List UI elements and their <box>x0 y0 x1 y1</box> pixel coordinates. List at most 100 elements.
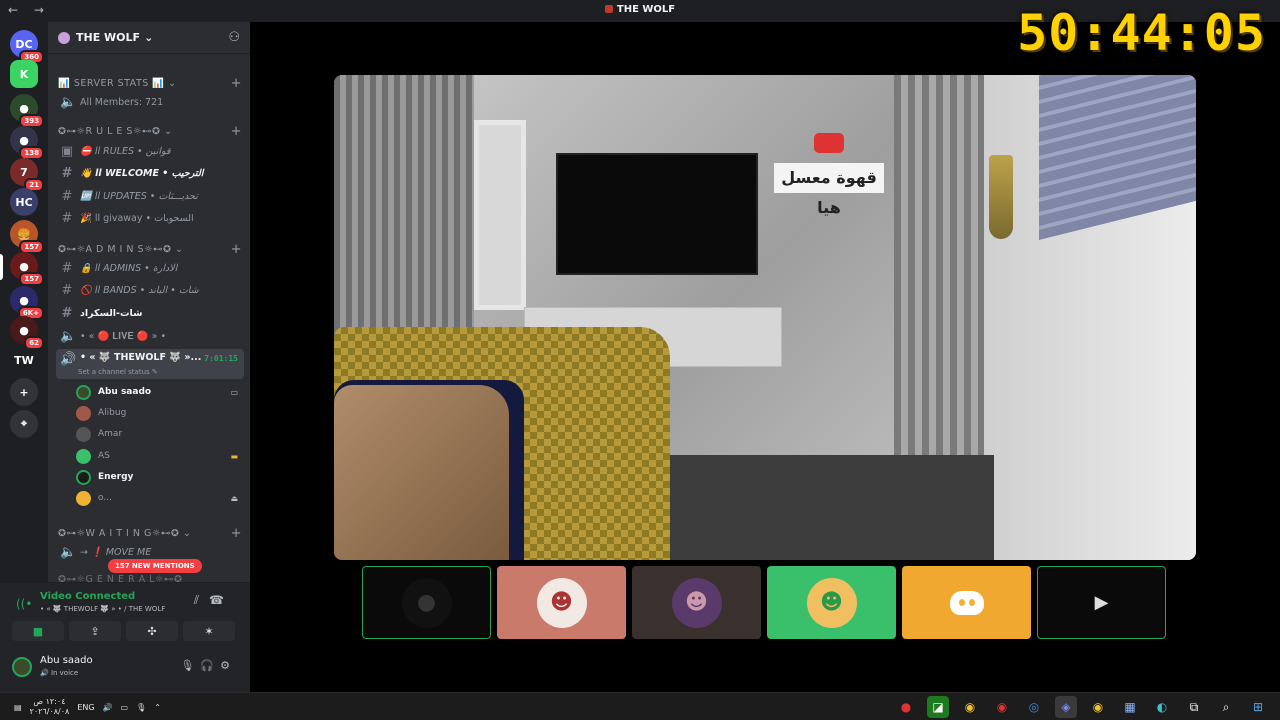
disconnect-icon[interactable]: ☎ <box>209 593 234 607</box>
user-name: Energy <box>98 472 134 482</box>
channel-label: 🆙 ll UPDATES • تحديـــثات <box>80 190 198 202</box>
app-icon[interactable]: ◉ <box>991 696 1013 718</box>
discord-taskbar-icon[interactable]: ◈ <box>1055 696 1077 718</box>
volume-icon[interactable]: 🔊 <box>103 703 113 712</box>
notification-icon[interactable]: ▤ <box>14 703 22 712</box>
channel-giveaway[interactable]: # 🎉 ll givaway • السحوبات <box>56 208 244 228</box>
noise-suppression-icon[interactable]: ⫽ <box>194 593 209 607</box>
focused-video[interactable]: قهوة معسل هيا <box>334 75 1196 560</box>
headphones-icon[interactable]: 🎧 <box>200 659 220 672</box>
plus-icon[interactable]: + <box>231 242 242 257</box>
language-indicator[interactable]: ENG <box>77 703 94 712</box>
voice-user[interactable]: Energy <box>76 467 242 487</box>
video-scene <box>556 153 758 275</box>
category-rules[interactable]: ✪⊶☼R U L E S☼⊷✪ ⌄ + <box>58 124 242 139</box>
participant-tile[interactable] <box>902 566 1031 639</box>
activities-button[interactable]: ✣ <box>126 621 178 641</box>
discover-icon[interactable]: ⌖ <box>10 410 38 438</box>
voice-user[interactable]: Alibug <box>76 403 242 423</box>
network-icon[interactable]: ▭ <box>121 703 129 712</box>
rail-server[interactable]: ● 6K+ <box>10 286 44 320</box>
rail-server[interactable]: ● 62 <box>10 316 44 350</box>
new-mentions-pill[interactable]: 157 NEW MENTIONS <box>108 559 202 573</box>
window-title-text: THE WOLF <box>616 4 676 15</box>
rail-server-discord-home[interactable]: DC 360 <box>10 30 44 64</box>
channel-updates[interactable]: # 🆙 ll UPDATES • تحديـــثات <box>56 186 244 206</box>
start-icon[interactable]: ⊞ <box>1247 696 1269 718</box>
task-view-icon[interactable]: ⧉ <box>1183 696 1205 718</box>
rail-server[interactable]: ● 157 <box>10 252 44 286</box>
rail-server[interactable]: 7 21 <box>10 158 44 192</box>
store-icon[interactable]: ▦ <box>1119 696 1141 718</box>
voice-user[interactable]: Amar <box>76 424 242 444</box>
soundboard-button[interactable]: ✶ <box>183 621 235 641</box>
screen-share-button[interactable]: ⇪ <box>69 621 121 641</box>
channel-rules[interactable]: ▣ ⛔ ll RULES • قوانين <box>56 141 244 161</box>
channel-all-members[interactable]: 🔈 All Members: 721 <box>56 92 244 112</box>
rail-server[interactable]: 🍔 157 <box>10 220 44 254</box>
voice-status[interactable]: Video Connected <box>40 591 135 602</box>
voice-user[interactable]: AS ▬ <box>76 446 242 466</box>
channel-label: → ❗ MOVE ME <box>80 546 152 558</box>
user-name: Alibug <box>98 408 127 418</box>
participant-tile[interactable]: ☻ <box>767 566 896 639</box>
nvidia-icon[interactable]: ◪ <box>927 696 949 718</box>
channel-label: 🔒 ll ADMINS • الادارة <box>80 262 178 274</box>
participant-tile[interactable]: ☻ <box>497 566 626 639</box>
rail-server-k[interactable]: K <box>10 60 38 88</box>
edge-icon[interactable]: ◐ <box>1151 696 1173 718</box>
rail-server[interactable]: ● 138 <box>10 126 44 160</box>
unread-badge: 157 <box>19 272 44 286</box>
microphone-icon[interactable]: 🎙 <box>180 659 200 672</box>
avatar: ☻ <box>536 577 587 628</box>
channel-bands[interactable]: # 🚫 ll BANDS • شات • الباند <box>56 280 244 300</box>
participant-tile[interactable]: ▶ <box>1037 566 1166 639</box>
plus-icon[interactable]: + <box>231 526 242 541</box>
chrome-icon[interactable]: ◉ <box>1087 696 1109 718</box>
add-server-icon[interactable]: + <box>10 378 38 406</box>
channel-live[interactable]: 🔈 • « 🔴 𝐋𝐈𝐕𝐄 🔴 » • <box>56 326 244 346</box>
speaker-icon: 🔊 <box>60 352 77 367</box>
rail-label: ⌖ <box>20 417 28 430</box>
avatar <box>76 490 91 506</box>
voice-user[interactable]: Abu saado ▭ <box>76 382 242 402</box>
chrome-icon[interactable]: ◉ <box>959 696 981 718</box>
selected-pill <box>0 254 3 280</box>
channel-chat[interactable]: # شات-السكراد <box>56 303 244 323</box>
plus-icon[interactable]: + <box>231 76 242 91</box>
clock[interactable]: ١٢:٠٤ ص ٢٠٢٦/٠٨/٠٨ <box>30 697 70 717</box>
microphone-icon[interactable]: 🎙 <box>136 703 146 712</box>
chevron-up-icon[interactable]: ⌃ <box>154 703 161 712</box>
voice-channel-path[interactable]: • « 🐺 THEWOLF 🐺 » • / THE WOLF <box>40 605 165 613</box>
participant-tiles: ● ☻ ☻ ☻ ▶ <box>362 566 1166 639</box>
search-icon[interactable]: ⌕ <box>1215 696 1237 718</box>
category-server-stats[interactable]: 📊 SERVER STATS 📊 ⌄ + <box>58 76 242 91</box>
rail-folder-tw[interactable]: TW <box>10 346 38 374</box>
app-icon-red[interactable]: ● <box>895 696 917 718</box>
user-name: o... <box>98 493 112 503</box>
gear-icon[interactable]: ⚙ <box>220 659 236 672</box>
add-member-icon[interactable]: ⚇ <box>228 30 240 45</box>
hash-icon: # <box>61 282 73 298</box>
rail-server[interactable]: HC <box>10 188 38 216</box>
voice-user[interactable]: o... ⏏ <box>76 488 242 508</box>
category-label: ✪⊶☼W A I T I N G☼⊷✪ <box>58 528 180 539</box>
category-admins[interactable]: ✪⊶☼A D M I N S☼⊷✪ ⌄ + <box>58 242 242 257</box>
plus-icon[interactable]: + <box>231 124 242 139</box>
camera-button[interactable]: ■ <box>12 621 64 641</box>
participant-tile[interactable]: ● <box>362 566 491 639</box>
avatar <box>76 469 91 485</box>
video-scene <box>814 133 844 153</box>
category-waiting[interactable]: ✪⊶☼W A I T I N G☼⊷✪ ⌄ + <box>58 526 242 541</box>
clock-date: ٢٠٢٦/٠٨/٠٨ <box>29 707 70 716</box>
participant-tile[interactable]: ☻ <box>632 566 761 639</box>
server-header[interactable]: THE WOLF ⌄ ⚇ <box>48 22 250 54</box>
signal-icon[interactable]: ((• <box>16 597 32 611</box>
hash-icon: # <box>61 188 73 204</box>
set-channel-status[interactable]: Set a channel status ✎ <box>78 368 158 376</box>
rail-server[interactable]: ● 393 <box>10 94 44 128</box>
hash-icon: # <box>61 260 73 276</box>
steam-icon[interactable]: ◎ <box>1023 696 1045 718</box>
channel-welcome[interactable]: # 👋 ll WELCOME • الترحيب <box>56 163 244 183</box>
channel-admins[interactable]: # 🔒 ll ADMINS • الادارة <box>56 258 244 278</box>
